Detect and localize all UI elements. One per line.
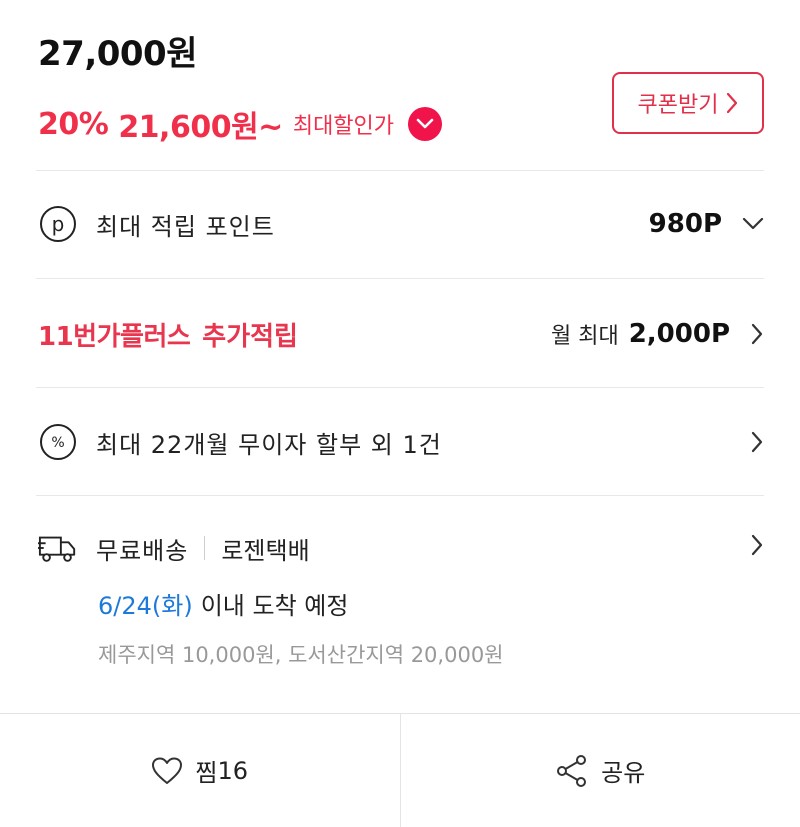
svg-text:p: p (52, 212, 65, 236)
truck-icon (38, 528, 78, 568)
share-icon (557, 754, 587, 787)
divider (36, 495, 764, 496)
share-button[interactable]: 공유 (399, 714, 800, 827)
heart-icon (152, 757, 183, 784)
arrival-text: 이내 도착 예정 (200, 592, 349, 620)
share-label: 공유 (601, 759, 646, 787)
chevron-down-icon[interactable] (408, 107, 443, 141)
chevron-right-icon (727, 92, 738, 114)
separator (204, 536, 206, 560)
coupon-button[interactable]: 쿠폰받기 (612, 72, 764, 134)
extra-shipping-fee: 제주지역 10,000원, 도서산간지역 20,000원 (98, 643, 504, 667)
svg-text:%: % (51, 435, 64, 451)
point-icon: p (38, 204, 78, 244)
plus-value-label: 월 최대 (550, 324, 619, 349)
like-count: 16 (217, 756, 249, 785)
arrival-date: 6/24(화) (98, 592, 193, 620)
price-section: 27,000원 20% 21,600원~ 최대할인가 쿠폰받기 (38, 20, 764, 150)
points-value: 980P (648, 209, 722, 239)
chevron-right-icon (751, 431, 763, 453)
percent-icon: % (38, 422, 78, 462)
points-label: 최대 적립 포인트 (96, 212, 275, 241)
points-row[interactable]: p 최대 적립 포인트 980P (38, 200, 764, 248)
courier-name: 로젠택배 (221, 536, 310, 565)
discount-percent: 20% (38, 106, 109, 142)
divider (36, 278, 764, 279)
max-discount-label: 최대할인가 (292, 114, 395, 139)
sale-price-line[interactable]: 20% 21,600원~ 최대할인가 (38, 102, 443, 146)
bottom-action-bar: 찜 16 공유 (0, 713, 800, 827)
plus-value: 2,000P (628, 319, 730, 349)
coupon-button-label: 쿠폰받기 (637, 93, 719, 118)
installment-label: 최대 22개월 무이자 할부 외 1건 (96, 430, 442, 459)
sale-price: 21,600원~ (118, 110, 283, 145)
divider (36, 387, 764, 388)
like-label: 찜 (195, 759, 218, 787)
chevron-right-icon (751, 323, 763, 345)
plus-subtitle: 추가적립 (202, 321, 298, 352)
installment-row[interactable]: % 최대 22개월 무이자 할부 외 1건 (38, 418, 764, 466)
like-button[interactable]: 찜 16 (0, 714, 400, 827)
divider (36, 170, 764, 171)
plus-title: 11번가플러스 (38, 321, 191, 352)
chevron-right-icon (751, 534, 763, 556)
original-price: 27,000원 (38, 34, 197, 74)
chevron-down-icon (742, 217, 764, 230)
delivery-section[interactable]: 무료배송 로젠택배 6/24(화) 이내 도착 예정 제주지역 10,000원,… (38, 520, 764, 680)
plus-row[interactable]: 11번가플러스 추가적립 월 최대 2,000P (38, 310, 764, 358)
delivery-type: 무료배송 (96, 536, 189, 565)
